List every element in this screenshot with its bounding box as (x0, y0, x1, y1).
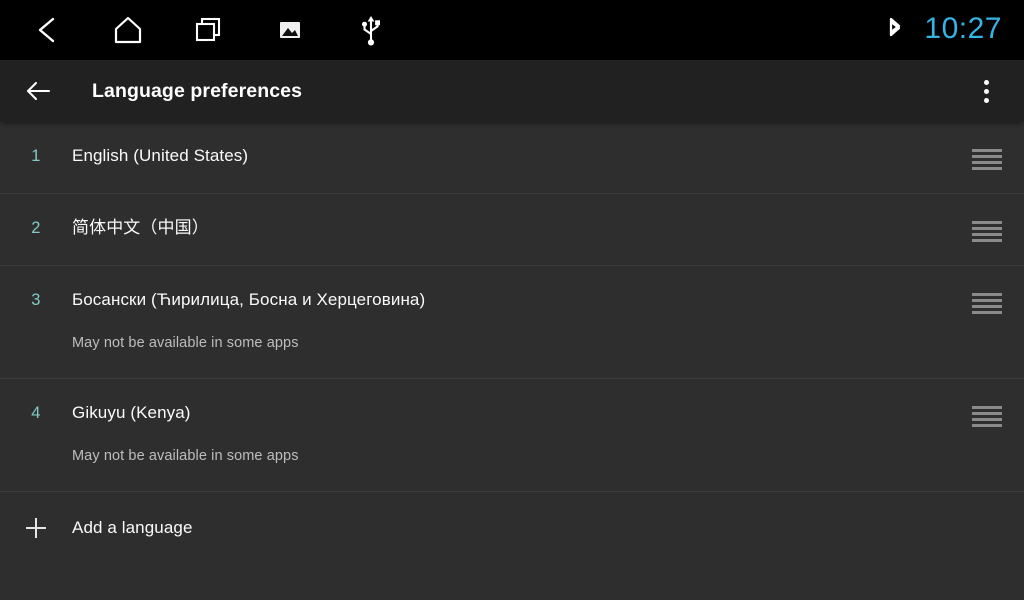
plus-icon (26, 518, 46, 538)
bluetooth-icon (882, 15, 908, 45)
language-list-item[interactable]: 2 简体中文（中国） (0, 194, 1024, 266)
navigation-bar-icons (30, 13, 388, 47)
language-text-block: Босански (Ћирилица, Босна и Херцеговина)… (72, 266, 972, 353)
language-availability-note: May not be available in some apps (72, 446, 972, 466)
language-name: Gikuyu (Kenya) (72, 401, 972, 425)
drag-handle-icon[interactable] (972, 266, 1002, 314)
usb-icon[interactable] (354, 13, 388, 47)
language-text-block: 简体中文（中国） (72, 194, 972, 240)
language-rank: 3 (0, 266, 72, 309)
language-name: Босански (Ћирилица, Босна и Херцеговина) (72, 288, 972, 312)
arrow-back-icon[interactable] (14, 67, 62, 115)
overflow-dot (984, 80, 989, 85)
overflow-dot (984, 89, 989, 94)
drag-handle-icon[interactable] (972, 194, 1002, 242)
status-bar: 10:27 (0, 0, 1024, 60)
drag-handle-icon[interactable] (972, 379, 1002, 427)
screenshot-icon[interactable] (273, 13, 307, 47)
overflow-dot (984, 98, 989, 103)
language-text-block: Gikuyu (Kenya) May not be available in s… (72, 379, 972, 466)
language-name: English (United States) (72, 144, 972, 168)
add-language-button[interactable]: Add a language (0, 492, 1024, 584)
language-list: 1 English (United States) 2 简体中文（中国） 3 Б… (0, 122, 1024, 600)
plus-icon-cell (0, 492, 72, 538)
home-icon[interactable] (111, 13, 145, 47)
more-vertical-icon[interactable] (964, 67, 1008, 115)
app-bar: Language preferences (0, 60, 1024, 122)
recents-icon[interactable] (192, 13, 226, 47)
language-text-block: English (United States) (72, 122, 972, 168)
status-bar-clock: 10:27 (924, 14, 1002, 46)
language-list-item[interactable]: 1 English (United States) (0, 122, 1024, 194)
language-rank: 4 (0, 379, 72, 422)
language-rank: 2 (0, 194, 72, 237)
language-name: 简体中文（中国） (72, 216, 972, 240)
language-list-item[interactable]: 4 Gikuyu (Kenya) May not be available in… (0, 379, 1024, 492)
android-screen: 10:27 Language preferences 1 English (Un… (0, 0, 1024, 600)
add-language-label: Add a language (72, 492, 193, 540)
drag-handle-icon[interactable] (972, 122, 1002, 170)
back-icon[interactable] (30, 13, 64, 47)
language-rank: 1 (0, 122, 72, 165)
language-availability-note: May not be available in some apps (72, 333, 972, 353)
page-title: Language preferences (92, 80, 302, 103)
status-bar-right: 10:27 (882, 14, 1002, 46)
language-list-item[interactable]: 3 Босански (Ћирилица, Босна и Херцеговин… (0, 266, 1024, 379)
